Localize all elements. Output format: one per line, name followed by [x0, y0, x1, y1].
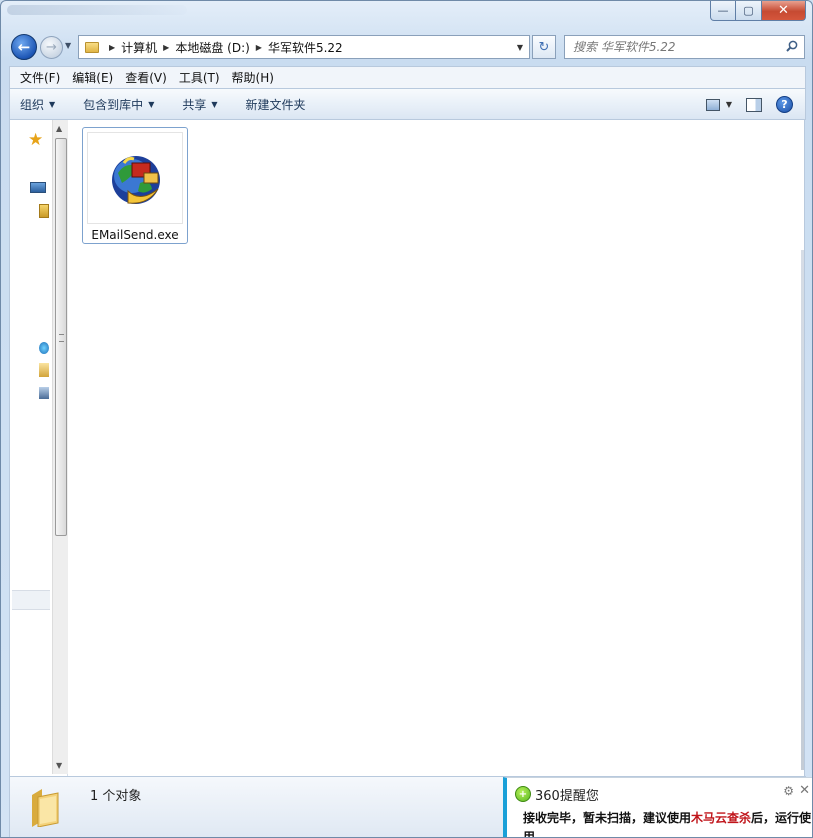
organize-button[interactable]: 组织 ▼	[20, 96, 55, 113]
refresh-button[interactable]: ↻	[532, 35, 556, 59]
breadcrumb-arrow-icon[interactable]: ▶	[163, 43, 169, 52]
file-list-pane[interactable]: EMailSend.exe	[68, 120, 805, 776]
navigation-row: ← → ▼ ▶ 计算机 ▶ 本地磁盘 (D:) ▶ 华军软件5.22 ▼ ↻	[1, 31, 812, 63]
title-bar[interactable]: — ▢ ✕	[1, 1, 812, 29]
search-input[interactable]	[573, 40, 773, 54]
maximize-icon: ▢	[743, 4, 754, 17]
menu-bar: 文件(F) 编辑(E) 查看(V) 工具(T) 帮助(H)	[9, 66, 806, 88]
file-thumbnail	[87, 132, 183, 224]
item-count: 1 个对象	[90, 789, 142, 804]
chevron-down-icon: ▼	[211, 99, 218, 109]
preview-pane-icon[interactable]	[746, 97, 762, 112]
file-name: EMailSend.exe	[91, 228, 179, 242]
chevron-down-icon: ▼	[49, 99, 56, 109]
address-bar[interactable]: ▶ 计算机 ▶ 本地磁盘 (D:) ▶ 华军软件5.22 ▼	[78, 35, 530, 59]
explorer-window: — ▢ ✕ ← → ▼ ▶ 计算机 ▶ 本地磁盘 (D:) ▶ 华军软件5.22…	[0, 0, 813, 838]
view-controls: ▼ ?	[705, 96, 793, 113]
scroll-up-arrow-icon[interactable]: ▲	[56, 124, 62, 133]
notification-popup[interactable]: + 360提醒您 ⚙ ✕ 接收完毕，暂未扫描，建议使用木马云查杀后，运行使用。	[503, 777, 812, 837]
arrow-right-icon: →	[46, 40, 57, 55]
scrollbar-thumb[interactable]	[55, 138, 67, 536]
breadcrumb-arrow-icon[interactable]: ▶	[256, 43, 262, 52]
forward-button[interactable]: →	[40, 36, 63, 59]
new-folder-label: 新建文件夹	[245, 97, 306, 112]
refresh-icon: ↻	[538, 39, 550, 55]
window-title-blurred	[7, 5, 187, 15]
breadcrumb-local-disk[interactable]: 本地磁盘 (D:)	[175, 39, 249, 56]
include-in-library-button[interactable]: 包含到库中 ▼	[83, 96, 154, 113]
share-button[interactable]: 共享 ▼	[182, 96, 217, 113]
close-icon[interactable]: ✕	[799, 783, 810, 798]
change-view-icon[interactable]	[705, 98, 720, 111]
share-label: 共享	[182, 97, 207, 112]
navigation-pane: ★ ▲ ▼	[9, 120, 68, 776]
back-button[interactable]: ←	[11, 34, 37, 60]
help-icon[interactable]: ?	[776, 96, 793, 113]
popup-title: 360提醒您	[535, 789, 599, 804]
search-box[interactable]	[564, 35, 805, 59]
security-app-logo-icon: +	[515, 786, 531, 802]
folder-icon	[32, 789, 59, 827]
view-options-chevron-icon[interactable]: ▼	[726, 100, 732, 109]
computer-icon[interactable]	[39, 363, 49, 377]
arrow-left-icon: ←	[17, 38, 31, 56]
minimize-icon: —	[717, 4, 729, 17]
file-item[interactable]: EMailSend.exe	[82, 127, 188, 244]
gear-icon[interactable]: ⚙	[783, 784, 794, 798]
address-dropdown-icon[interactable]: ▼	[517, 43, 523, 52]
menu-tools[interactable]: 工具(T)	[173, 69, 226, 86]
chevron-down-icon: ▼	[148, 99, 155, 109]
nav-pane-scrollbar[interactable]: ▲ ▼	[52, 120, 68, 774]
email-send-app-icon	[112, 156, 160, 204]
menu-edit[interactable]: 编辑(E)	[66, 69, 119, 86]
menu-file[interactable]: 文件(F)	[14, 69, 66, 86]
favorites-star-icon[interactable]: ★	[28, 130, 43, 150]
menu-help[interactable]: 帮助(H)	[226, 69, 280, 86]
recent-pages-button[interactable]: ▼	[65, 41, 71, 50]
breadcrumb-computer[interactable]: 计算机	[121, 39, 157, 56]
folder-icon	[85, 41, 99, 53]
popup-message-prefix: 接收完毕，暂未扫描，建议使用	[523, 811, 692, 825]
content-edge-strip	[801, 250, 804, 770]
command-bar: 组织 ▼ 包含到库中 ▼ 共享 ▼ 新建文件夹 ▼ ?	[9, 88, 806, 120]
window-controls: — ▢ ✕	[710, 1, 806, 21]
close-button[interactable]: ✕	[762, 1, 806, 21]
organize-label: 组织	[20, 97, 45, 112]
minimize-button[interactable]: —	[710, 1, 736, 21]
breadcrumb-current-folder[interactable]: 华军软件5.22	[268, 39, 343, 56]
network-icon[interactable]	[39, 387, 49, 399]
breadcrumb-arrow-icon[interactable]: ▶	[109, 43, 115, 52]
desktop-icon[interactable]	[30, 182, 46, 193]
maximize-button[interactable]: ▢	[736, 1, 762, 21]
libraries-icon[interactable]	[39, 204, 49, 218]
homegroup-icon[interactable]	[39, 342, 49, 354]
nav-pane-selection-strip	[12, 590, 50, 610]
search-icon[interactable]	[786, 40, 798, 52]
scroll-down-arrow-icon[interactable]: ▼	[56, 761, 62, 770]
scrollbar-grip	[59, 334, 64, 342]
close-icon: ✕	[778, 3, 789, 18]
new-folder-button[interactable]: 新建文件夹	[246, 96, 306, 113]
include-library-label: 包含到库中	[83, 97, 144, 112]
menu-view[interactable]: 查看(V)	[119, 69, 173, 86]
trojan-scan-link[interactable]: 木马云查杀	[691, 811, 751, 825]
popup-message: 接收完毕，暂未扫描，建议使用木马云查杀后，运行使用。	[523, 809, 812, 837]
chevron-down-icon: ▼	[65, 41, 72, 50]
